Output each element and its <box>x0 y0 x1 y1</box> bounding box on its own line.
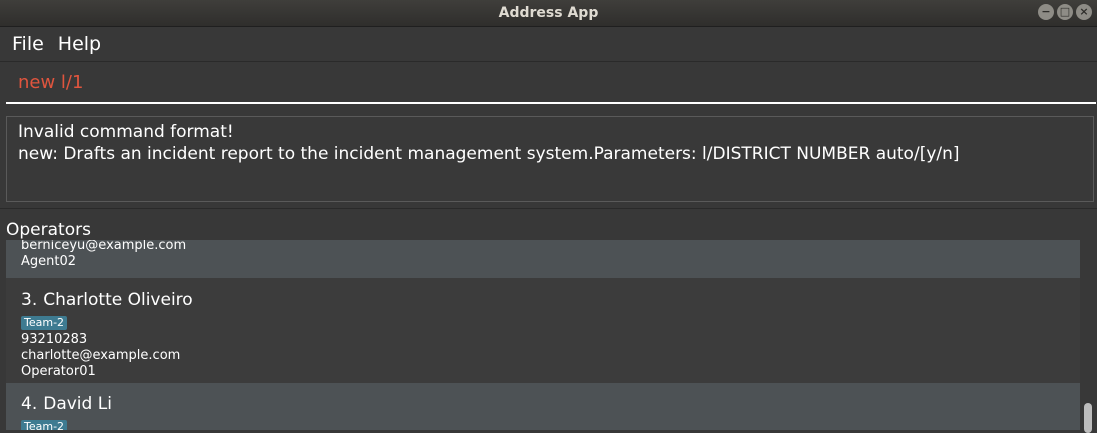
menu-file[interactable]: File <box>0 33 56 55</box>
divider <box>0 208 1097 209</box>
operator-username: Operator01 <box>21 364 96 379</box>
menu-help[interactable]: Help <box>56 33 113 55</box>
list-item[interactable]: 3. Charlotte Oliveiro Team-2 93210283 cha… <box>6 278 1080 383</box>
minimize-icon[interactable]: − <box>1038 4 1054 20</box>
scrollbar[interactable] <box>1080 240 1097 433</box>
close-icon[interactable]: × <box>1076 4 1092 20</box>
operator-name: Charlotte Oliveiro <box>43 290 193 310</box>
operator-list: berniceyu@example.com Agent02 3. Charlott… <box>6 240 1080 430</box>
operator-index: 4. <box>21 394 38 414</box>
list-item[interactable]: berniceyu@example.com Agent02 <box>6 240 1080 278</box>
operator-username: Agent02 <box>21 254 77 269</box>
result-line-usage: new: Drafts an incident report to the in… <box>18 144 960 164</box>
operator-name-row: 3. Charlotte Oliveiro <box>21 289 1080 311</box>
operator-name-row: 4. David Li <box>21 393 1080 415</box>
command-box: new l/1 <box>6 66 1096 104</box>
operators-title: Operators <box>6 220 91 240</box>
window-controls: − □ × <box>1038 4 1092 20</box>
result-line-error: Invalid command format! <box>18 122 234 142</box>
scrollbar-thumb[interactable] <box>1084 403 1092 433</box>
title-bar: Address App − □ × <box>0 0 1097 27</box>
menu-bar: File Help <box>0 27 1097 62</box>
operator-phone: 93210283 <box>21 332 88 347</box>
window-title: Address App <box>498 5 599 21</box>
list-item[interactable]: 4. David Li Team-2 <box>6 383 1080 430</box>
result-display: Invalid command format! new: Drafts an i… <box>6 116 1094 202</box>
team-tag: Team-2 <box>21 420 68 430</box>
operator-email: berniceyu@example.com <box>21 240 187 253</box>
maximize-icon[interactable]: □ <box>1057 4 1073 20</box>
operator-index: 3. <box>21 290 38 310</box>
operator-email: charlotte@example.com <box>21 348 181 363</box>
operator-name: David Li <box>43 394 112 414</box>
team-tag: Team-2 <box>21 316 68 330</box>
command-input[interactable]: new l/1 <box>18 72 1078 93</box>
